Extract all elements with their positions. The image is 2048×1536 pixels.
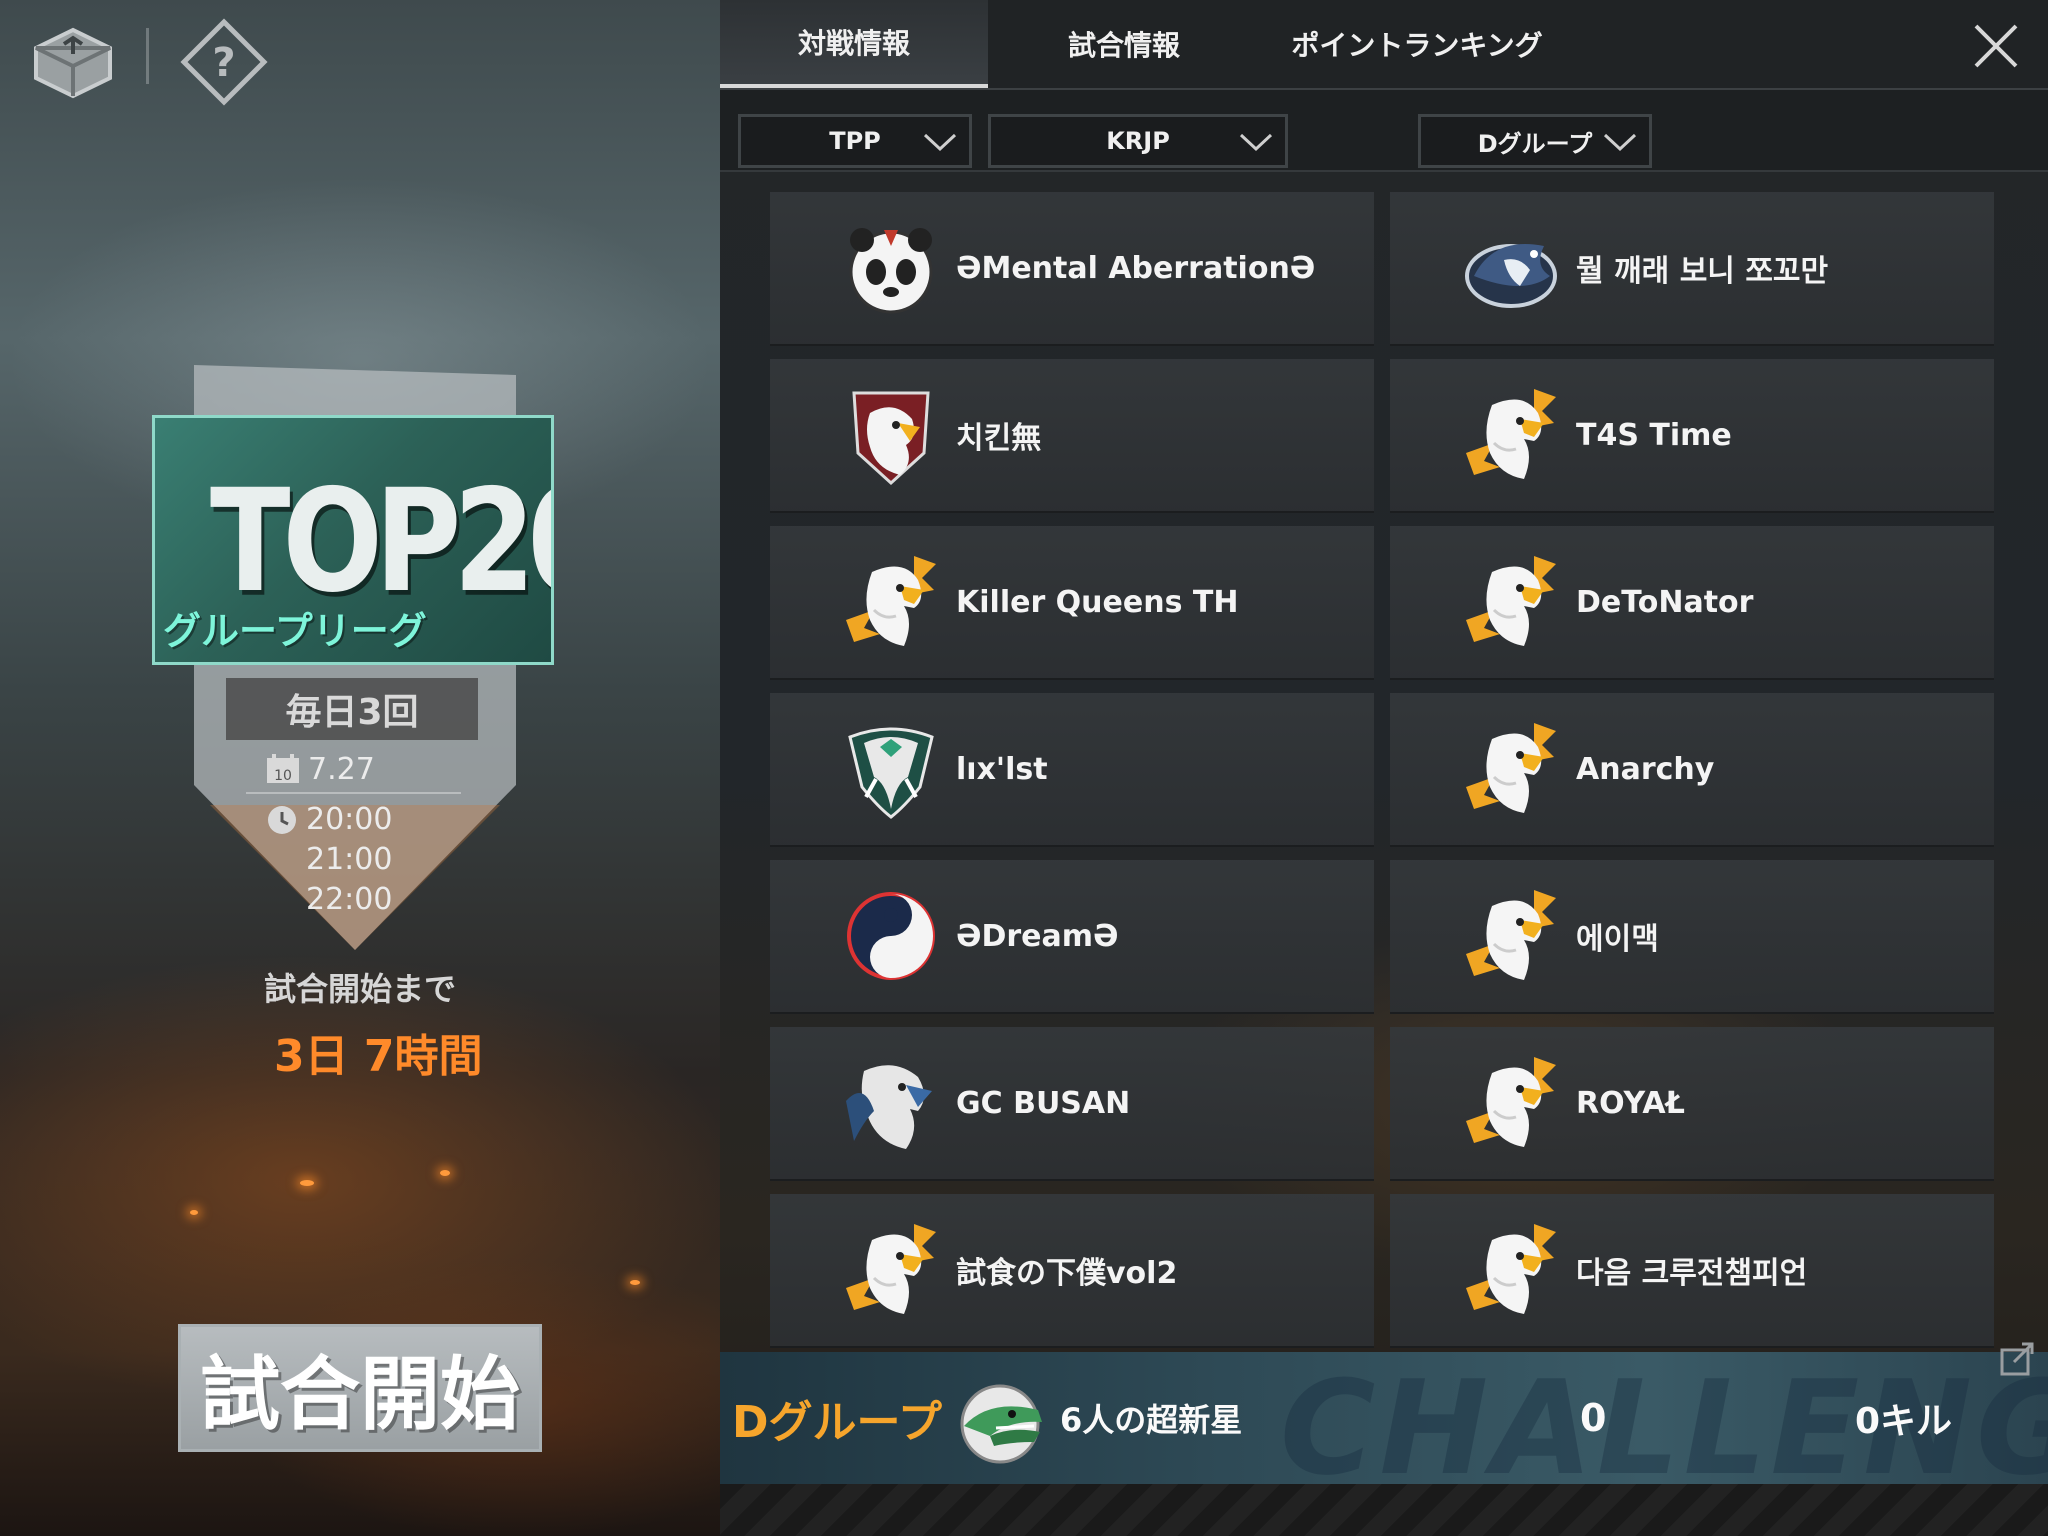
team-name: lıx'lst [956,751,1048,787]
team-card[interactable]: 에이맥 [1390,860,1994,1014]
region-select-value: KRJP [1106,127,1170,155]
chevron-down-icon [1239,133,1273,152]
help-icon[interactable]: ? [180,18,268,106]
bottom-decoration [720,1484,2048,1536]
calendar-icon: 10 [267,754,299,784]
countdown-value: 3日 7時間 [274,1031,483,1082]
team-name: 에이맥 [1576,922,1659,957]
mode-select[interactable]: TPP [738,114,972,168]
chevron-down-icon [1603,133,1637,152]
team-name: DeToNator [1576,584,1754,620]
team-name: ƏDreamƏ [956,918,1119,954]
team-name: Killer Queens TH [956,584,1239,620]
team-card[interactable]: 뭘 깨래 보니 쪼꼬만 [1390,192,1994,346]
team-name: 다음 크루전챔피언 [1576,1256,1808,1291]
griffin-icon [844,1051,938,1155]
eagle-icon [1464,884,1558,988]
time-text: 20:00 21:00 22:00 [306,802,393,917]
share-icon[interactable] [1998,1338,2038,1378]
match-times: 20:00 21:00 22:00 [266,800,456,920]
tab-match-info[interactable]: 対戦情報 [720,0,988,88]
svg-text:?: ? [212,40,235,86]
tab-point-ranking[interactable]: ポイントランキング [1252,0,1582,88]
elephant-icon [844,717,938,821]
team-name: Anarchy [1576,751,1715,787]
my-group-label: Dグループ [732,1397,942,1448]
group-select-value: Dグループ [1477,129,1593,158]
ember-particle [440,1170,450,1176]
my-team-bar: CHALLENGE Dグループ 6人の超新星 0 0キル [720,1352,2048,1504]
eagle-icon [1464,1218,1558,1322]
team-card[interactable]: GC BUSAN [770,1027,1374,1181]
start-match-button[interactable]: 試合開始 [178,1324,542,1452]
team-name: 試食の下僕vol2 [956,1256,1178,1291]
team-name: GC BUSAN [956,1085,1131,1121]
ember-particle [300,1180,314,1186]
team-name: 치킨無 [956,421,1042,456]
region-select[interactable]: KRJP [988,114,1288,168]
eagle-icon [1464,383,1558,487]
tab-game-info[interactable]: 試合情報 [990,0,1258,88]
my-team-name: 6人の超新星 [1060,1401,1243,1439]
team-name: 뭘 깨래 보니 쪼꼬만 [1576,254,1829,289]
eagle-icon [1464,550,1558,654]
team-card[interactable]: ƏMental AberrationƏ [770,192,1374,346]
crate-icon[interactable] [26,18,120,102]
yin-yang-icon [844,884,938,988]
panda-icon [844,216,938,320]
close-icon[interactable] [1970,20,2022,72]
eagle-icon [1464,1051,1558,1155]
event-title: TOP20 [210,458,551,624]
eagle-shield-icon [844,383,938,487]
team-card[interactable]: 試食の下僕vol2 [770,1194,1374,1348]
tab-bar: 対戦情報 試合情報 ポイントランキング [720,0,2048,90]
chevron-down-icon [923,133,957,152]
team-card[interactable]: Anarchy [1390,693,1994,847]
crocodile-icon [960,1384,1042,1464]
my-team-kills: 0キル [1855,1401,1953,1442]
divider [246,792,461,794]
team-card[interactable]: ƏDreamƏ [770,860,1374,1014]
clock-icon [268,806,296,834]
team-card[interactable]: DeToNator [1390,526,1994,680]
event-panel: ? TOP20 グループリーグ 毎日3回 10 7.27 20:00 21:00… [0,0,720,1536]
my-team-points: 0 [1580,1396,1607,1440]
team-name: ƏMental AberrationƏ [956,250,1316,286]
team-card[interactable]: 다음 크루전챔피언 [1390,1194,1994,1348]
event-logo-card: TOP20 グループリーグ [152,415,554,665]
ember-particle [190,1210,198,1215]
team-card[interactable]: T4S Time [1390,359,1994,513]
dragon-icon [1464,216,1558,320]
eagle-icon [844,1218,938,1322]
svg-text:10: 10 [274,768,292,784]
date-text: 7.27 [308,751,375,787]
league-label: グループリーグ [163,609,427,653]
match-frequency: 毎日3回 [226,678,478,740]
countdown-label: 試合開始まで [264,970,457,1008]
team-card[interactable]: lıx'lst [770,693,1374,847]
group-select[interactable]: Dグループ [1418,114,1652,168]
divider [146,28,149,84]
match-info-panel: 対戦情報 試合情報 ポイントランキング TPP KRJP Dグループ ƏMent… [720,0,2048,1536]
match-date: 10 7.27 [266,748,375,790]
mode-select-value: TPP [829,127,881,155]
eagle-icon [1464,717,1558,821]
team-card[interactable]: Killer Queens TH [770,526,1374,680]
filter-bar: TPP KRJP Dグループ [720,90,2048,172]
ember-particle [630,1280,640,1285]
team-card[interactable]: ROYAŁ [1390,1027,1994,1181]
team-name: T4S Time [1576,417,1732,453]
team-card[interactable]: 치킨無 [770,359,1374,513]
team-name: ROYAŁ [1576,1085,1685,1121]
eagle-icon [844,550,938,654]
